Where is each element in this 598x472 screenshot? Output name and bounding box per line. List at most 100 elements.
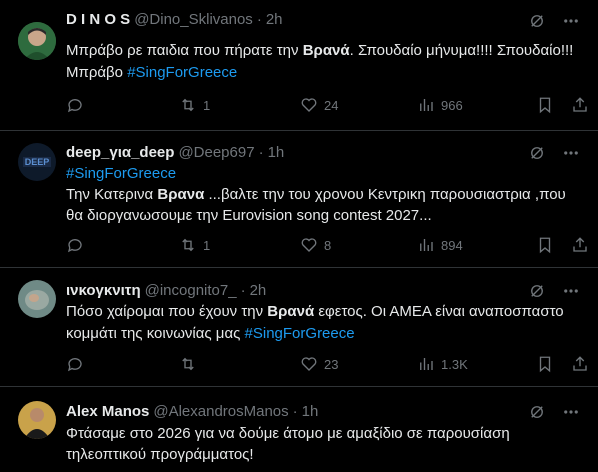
text-segment: κομμάτι της κοινωνίας μας [66, 325, 245, 342]
tweet-text-line: θα διοργανωσουμε την Eurovision song con… [66, 205, 432, 227]
more-icon[interactable] [562, 144, 580, 162]
retweet-button[interactable]: 1 [179, 96, 210, 114]
bookmark-button[interactable] [536, 355, 554, 373]
retweet-icon [182, 98, 194, 112]
tweet-text-line: #SingForGreece [66, 163, 176, 185]
avatar[interactable]: DEEP [18, 143, 56, 181]
tweet-text-line: Μπράβο ρε παιδια που πήρατε την Βρανά. Σ… [66, 40, 573, 62]
hashtag-link[interactable]: #SingForGreece [245, 325, 355, 342]
avatar[interactable] [18, 401, 56, 439]
tweet-top-icons [528, 282, 580, 300]
hashtag-link[interactable]: #SingForGreece [66, 165, 176, 182]
share-button[interactable] [571, 96, 589, 114]
reply-button[interactable] [66, 355, 90, 373]
tweet-text-line: Πόσο χαίρομαι που έχουν την Βρανά εφετος… [66, 301, 564, 323]
heart-icon [301, 238, 317, 252]
author-handle[interactable]: @incognito7_ [145, 282, 237, 299]
timestamp[interactable]: 2h [250, 282, 267, 299]
highlighted-text: Βρανα [157, 186, 205, 203]
text-segment: τηλεοπτικού προγράμματος! [66, 446, 254, 463]
text-segment: ...βαλτε την του χρονου Κεντρικη παρουσι… [204, 186, 566, 203]
author-handle[interactable]: @Deep697 [178, 144, 254, 161]
tweet-header: Alex Manos @AlexandrosManos · 1h [66, 403, 318, 420]
highlighted-text: Βρανά [302, 42, 350, 59]
views-button[interactable]: 966 [417, 96, 463, 114]
heart-icon [301, 98, 317, 112]
text-segment: . Σπουδαίο μήνυμα!!!! Σπουδαίο!!! [349, 42, 574, 59]
share-button[interactable] [571, 355, 589, 373]
views-icon [420, 239, 433, 251]
separator-dot: · [292, 403, 298, 420]
reply-icon [67, 99, 82, 113]
tweet-top-icons [528, 403, 580, 421]
retweet-icon [182, 238, 194, 252]
like-button[interactable]: 24 [300, 96, 338, 114]
author-name[interactable]: ινκογκνιτη [66, 282, 141, 299]
timestamp[interactable]: 1h [302, 403, 319, 420]
separator-dot: · [240, 282, 246, 299]
views-icon [420, 99, 433, 111]
avatar[interactable] [18, 22, 56, 60]
tweet-top-icons [528, 12, 580, 30]
reply-button[interactable] [66, 96, 90, 114]
author-name[interactable]: D I N O S [66, 11, 130, 28]
grok-icon[interactable] [528, 282, 546, 300]
grok-icon[interactable] [528, 144, 546, 162]
heart-icon [301, 357, 317, 371]
tweet[interactable]: Alex Manos @AlexandrosManos · 1h Φτάσαμε… [0, 387, 598, 472]
timestamp[interactable]: 2h [266, 11, 283, 28]
tweet-text-line: Την Κατερινα Βρανα ...βαλτε την του χρον… [66, 184, 566, 206]
like-button[interactable]: 23 [300, 355, 338, 373]
more-icon[interactable] [562, 12, 580, 30]
author-name[interactable]: deep_για_deep [66, 144, 174, 161]
more-icon[interactable] [562, 282, 580, 300]
tweet-header: deep_για_deep @Deep697 · 1h [66, 144, 284, 161]
share-icon [573, 97, 587, 112]
tweet-text-line: Μπράβο #SingForGreece [66, 62, 237, 84]
tweet-text-line: τηλεοπτικού προγράμματος! [66, 444, 254, 466]
grok-icon[interactable] [528, 403, 546, 421]
reply-icon [67, 358, 82, 372]
views-button[interactable]: 894 [417, 236, 463, 254]
tweet-top-icons [528, 144, 580, 162]
retweet-button[interactable] [179, 355, 203, 373]
tweet[interactable]: ινκογκνιτη @incognito7_ · 2h Πόσο χαίρομ… [0, 268, 598, 387]
text-segment: Μπράβο [66, 64, 128, 81]
text-segment: θα διοργανωσουμε την Eurovision song con… [66, 207, 432, 224]
bookmark-icon [539, 237, 551, 254]
author-name[interactable]: Alex Manos [66, 403, 149, 420]
avatar[interactable] [18, 280, 56, 318]
more-icon[interactable] [562, 403, 580, 421]
share-icon [573, 237, 587, 252]
tweet-actions: 23 1.3K [66, 355, 587, 377]
text-segment: Φτάσαμε στο 2026 για να δούμε άτομο με α… [66, 425, 510, 442]
author-handle[interactable]: @AlexandrosManos [153, 403, 288, 420]
timestamp[interactable]: 1h [268, 144, 285, 161]
retweet-button[interactable]: 1 [179, 236, 210, 254]
bookmark-button[interactable] [536, 96, 554, 114]
bookmark-button[interactable] [536, 236, 554, 254]
author-handle[interactable]: @Dino_Sklivanos [134, 11, 253, 28]
tweet-text-line: Φτάσαμε στο 2026 για να δούμε άτομο με α… [66, 423, 510, 445]
text-segment: Την Κατερινα [66, 186, 158, 203]
views-button[interactable]: 1.3K [417, 355, 468, 373]
tweet-text-line: κομμάτι της κοινωνίας μας #SingForGreece [66, 323, 355, 345]
svg-text:DEEP: DEEP [25, 157, 50, 167]
tweet[interactable]: D I N O S @Dino_Sklivanos · 2h Μπράβο ρε… [0, 0, 598, 131]
share-icon [573, 356, 587, 371]
separator-dot: · [256, 11, 262, 28]
tweet-actions: 1 24 966 [66, 96, 587, 118]
like-button[interactable]: 8 [300, 236, 331, 254]
views-icon [420, 358, 433, 370]
text-segment: Μπράβο ρε παιδια που πήρατε την [66, 42, 303, 59]
tweet-header: D I N O S @Dino_Sklivanos · 2h [66, 11, 283, 28]
tweet-actions: 1 8 894 [66, 236, 587, 258]
grok-icon[interactable] [528, 12, 546, 30]
reply-button[interactable] [66, 236, 90, 254]
tweet[interactable]: DEEP deep_για_deep @Deep697 · 1h #SingFo… [0, 131, 598, 268]
text-segment: εφετος. Οι ΑΜΕΑ είναι αναποσπαστο [314, 303, 564, 320]
bookmark-icon [539, 356, 551, 373]
share-button[interactable] [571, 236, 589, 254]
separator-dot: · [258, 144, 264, 161]
hashtag-link[interactable]: #SingForGreece [127, 64, 237, 81]
